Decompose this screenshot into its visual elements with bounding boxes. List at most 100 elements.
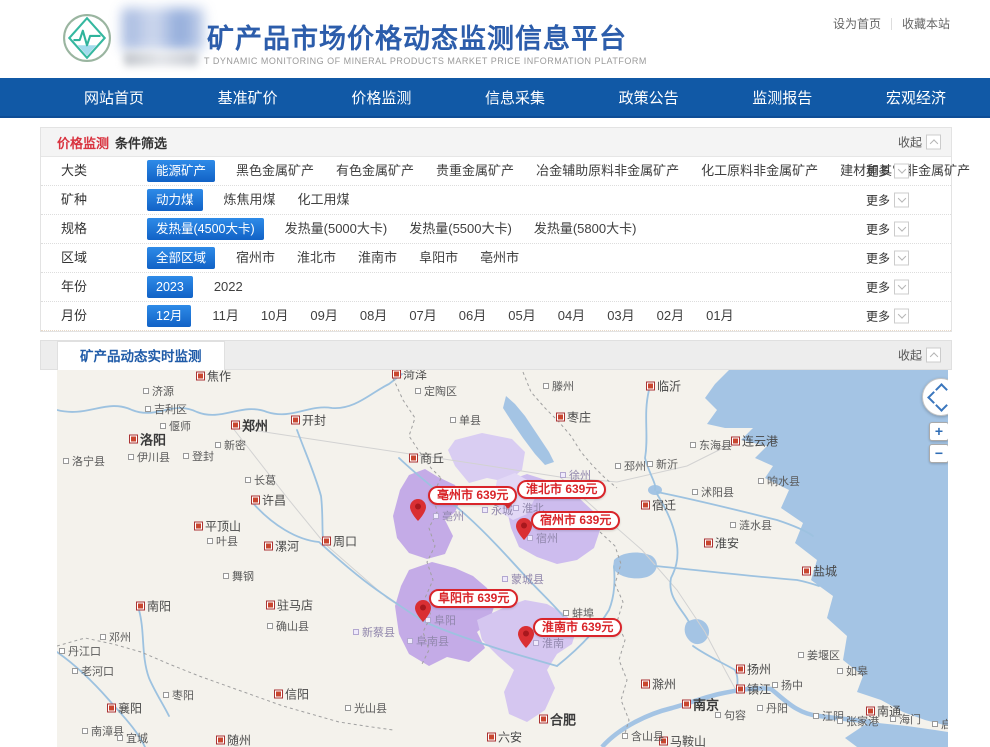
filter-options: 能源矿产黑色金属矿产有色金属矿产贵重金属矿产冶金辅助原料非金属矿产化工原料非金属… bbox=[147, 157, 981, 185]
nav-item-6[interactable]: 宏观经济 bbox=[886, 87, 946, 108]
chevron-down-icon[interactable] bbox=[894, 280, 909, 295]
city-dot-icon bbox=[195, 523, 202, 530]
more-label: 更多 bbox=[866, 279, 890, 296]
filter-option-3-5[interactable]: 亳州市 bbox=[480, 244, 519, 272]
filter-option-5-9[interactable]: 03月 bbox=[607, 302, 634, 330]
map-city-label: 丹阳 bbox=[757, 700, 788, 716]
map-pin-icon[interactable] bbox=[518, 626, 534, 648]
filter-option-5-1[interactable]: 11月 bbox=[212, 302, 239, 330]
price-marker-label-4[interactable]: 淮南市 639元 bbox=[533, 618, 622, 637]
nav-item-5[interactable]: 监测报告 bbox=[752, 87, 812, 108]
filter-option-2-1[interactable]: 发热量(5000大卡) bbox=[285, 215, 388, 243]
more-button[interactable]: 更多 bbox=[866, 308, 909, 325]
filter-options: 全部区域宿州市淮北市淮南市阜阳市亳州市 bbox=[147, 244, 530, 272]
filter-option-3-2[interactable]: 淮北市 bbox=[297, 244, 336, 272]
map-zoom-in-button[interactable]: + bbox=[929, 422, 948, 441]
map-pin-icon[interactable] bbox=[410, 499, 426, 521]
filter-option-2-3[interactable]: 发热量(5800大卡) bbox=[534, 215, 637, 243]
collapse-label: 收起 bbox=[898, 134, 922, 151]
map-city-label: 扬中 bbox=[772, 677, 803, 693]
filter-row-3: 区域全部区域宿州市淮北市淮南市阜阳市亳州市更多 bbox=[41, 244, 951, 273]
filter-row-label: 规格 bbox=[41, 215, 147, 243]
nav-item-1[interactable]: 基准矿价 bbox=[218, 87, 278, 108]
filter-row-5: 月份12月11月10月09月08月07月06月05月04月03月02月01月更多 bbox=[41, 302, 951, 331]
city-dot-icon bbox=[705, 540, 712, 547]
filter-option-5-5[interactable]: 07月 bbox=[409, 302, 436, 330]
filter-option-0-3[interactable]: 贵重金属矿产 bbox=[436, 157, 514, 185]
filter-chip-selected-3-0[interactable]: 全部区域 bbox=[147, 247, 215, 269]
filter-option-3-3[interactable]: 淮南市 bbox=[358, 244, 397, 272]
filter-chip-selected-1-0[interactable]: 动力煤 bbox=[147, 189, 203, 211]
monitor-tab[interactable]: 矿产品动态实时监测 bbox=[57, 341, 225, 373]
city-dot-icon bbox=[323, 538, 330, 545]
chevron-up-icon[interactable] bbox=[926, 348, 941, 363]
city-dot-icon bbox=[642, 681, 649, 688]
more-button[interactable]: 更多 bbox=[866, 250, 909, 267]
map-city-label: 邓州 bbox=[100, 629, 131, 645]
nav-item-2[interactable]: 价格监测 bbox=[351, 87, 411, 108]
filter-option-5-6[interactable]: 06月 bbox=[459, 302, 486, 330]
city-dot-icon bbox=[407, 638, 413, 644]
monitor-collapse-button[interactable]: 收起 bbox=[898, 347, 941, 364]
map-city-label: 舞钢 bbox=[223, 568, 254, 584]
map-pin-icon[interactable] bbox=[516, 518, 532, 540]
filter-option-0-2[interactable]: 有色金属矿产 bbox=[336, 157, 414, 185]
price-marker-label-1[interactable]: 淮北市 639元 bbox=[517, 480, 606, 499]
filter-chip-selected-0-0[interactable]: 能源矿产 bbox=[147, 160, 215, 182]
filter-option-5-11[interactable]: 01月 bbox=[706, 302, 733, 330]
chevron-down-icon[interactable] bbox=[894, 164, 909, 179]
filter-option-5-10[interactable]: 02月 bbox=[657, 302, 684, 330]
city-dot-icon bbox=[215, 442, 221, 448]
nav-item-0[interactable]: 网站首页 bbox=[84, 87, 144, 108]
filter-option-5-4[interactable]: 08月 bbox=[360, 302, 387, 330]
city-dot-icon bbox=[450, 417, 456, 423]
city-dot-icon bbox=[813, 713, 819, 719]
price-marker-label-2[interactable]: 宿州市 639元 bbox=[531, 511, 620, 530]
link-divider bbox=[891, 18, 892, 30]
filter-option-2-2[interactable]: 发热量(5500大卡) bbox=[409, 215, 512, 243]
filter-chip-selected-2-0[interactable]: 发热量(4500大卡) bbox=[147, 218, 264, 240]
filter-option-3-1[interactable]: 宿州市 bbox=[236, 244, 275, 272]
nav-item-4[interactable]: 政策公告 bbox=[619, 87, 679, 108]
more-label: 更多 bbox=[866, 250, 890, 267]
filter-collapse-button[interactable]: 收起 bbox=[898, 134, 941, 151]
city-dot-icon bbox=[715, 712, 721, 718]
filter-option-1-1[interactable]: 炼焦用煤 bbox=[224, 186, 276, 214]
favorite-link[interactable]: 收藏本站 bbox=[902, 15, 950, 32]
map-pin-icon[interactable] bbox=[415, 600, 431, 622]
filter-option-5-2[interactable]: 10月 bbox=[261, 302, 288, 330]
filter-title-primary: 价格监测 bbox=[57, 133, 109, 152]
chevron-down-icon[interactable] bbox=[894, 309, 909, 324]
set-home-link[interactable]: 设为首页 bbox=[833, 15, 881, 32]
chevron-down-icon[interactable] bbox=[894, 251, 909, 266]
filter-option-0-4[interactable]: 冶金辅助原料非金属矿产 bbox=[536, 157, 679, 185]
price-marker-label-3[interactable]: 阜阳市 639元 bbox=[429, 589, 518, 608]
chevron-down-icon[interactable] bbox=[894, 193, 909, 208]
chevron-up-icon[interactable] bbox=[926, 135, 941, 150]
filter-option-4-1[interactable]: 2022 bbox=[214, 273, 243, 301]
filter-option-3-4[interactable]: 阜阳市 bbox=[419, 244, 458, 272]
city-dot-icon bbox=[345, 705, 351, 711]
filter-option-0-1[interactable]: 黑色金属矿产 bbox=[236, 157, 314, 185]
map-zoom-out-button[interactable]: − bbox=[929, 444, 948, 463]
price-marker-label-0[interactable]: 亳州市 639元 bbox=[428, 486, 517, 505]
price-monitor-map[interactable]: 焦作菏泽洛阳郑州开封商丘许昌平顶山漯河周口南阳驻马店信阳襄阳随州枣庄临沂连云港宿… bbox=[57, 370, 948, 747]
more-button[interactable]: 更多 bbox=[866, 163, 909, 180]
more-button[interactable]: 更多 bbox=[866, 221, 909, 238]
filter-chip-selected-5-0[interactable]: 12月 bbox=[147, 305, 191, 327]
more-button[interactable]: 更多 bbox=[866, 192, 909, 209]
filter-option-5-7[interactable]: 05月 bbox=[508, 302, 535, 330]
chevron-down-icon[interactable] bbox=[894, 222, 909, 237]
page-subtitle: T DYNAMIC MONITORING OF MINERAL PRODUCTS… bbox=[204, 56, 647, 66]
map-city-label: 确山县 bbox=[267, 618, 309, 634]
city-dot-icon bbox=[292, 417, 299, 424]
filter-chip-selected-4-0[interactable]: 2023 bbox=[147, 276, 193, 298]
city-dot-icon bbox=[137, 603, 144, 610]
city-dot-icon bbox=[267, 602, 274, 609]
nav-item-3[interactable]: 信息采集 bbox=[485, 87, 545, 108]
filter-option-0-5[interactable]: 化工原料非金属矿产 bbox=[701, 157, 818, 185]
filter-option-1-2[interactable]: 化工用煤 bbox=[298, 186, 350, 214]
filter-option-5-8[interactable]: 04月 bbox=[558, 302, 585, 330]
more-button[interactable]: 更多 bbox=[866, 279, 909, 296]
filter-option-5-3[interactable]: 09月 bbox=[310, 302, 337, 330]
